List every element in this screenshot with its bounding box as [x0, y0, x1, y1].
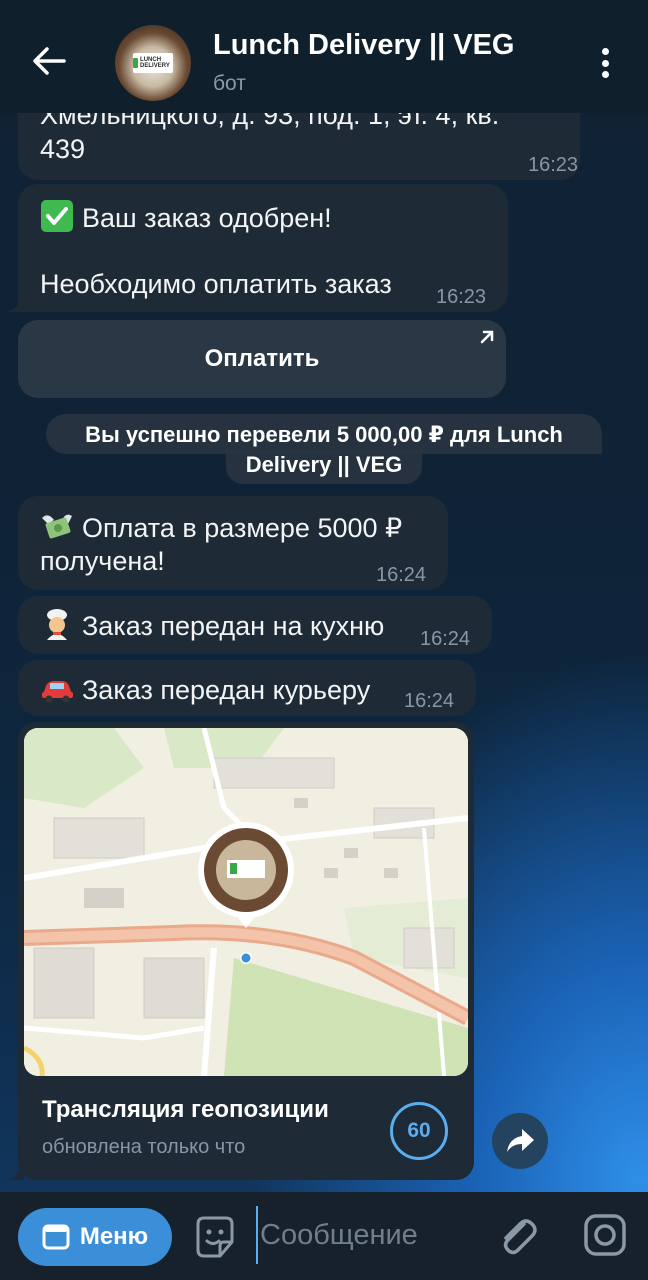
- share-arrow-icon: [507, 1129, 534, 1152]
- map-graphic: [24, 728, 468, 1076]
- menu-button-label: Меню: [79, 1223, 149, 1250]
- pay-button-label: Оплатить: [204, 345, 320, 372]
- external-link-icon: [480, 330, 494, 344]
- live-location-title: Трансляция геопозиции: [42, 1096, 329, 1123]
- menu-window-icon: [42, 1224, 70, 1250]
- message-sent-to-courier[interactable]: Заказ передан курьеру 16:24: [18, 660, 476, 716]
- message-sent-to-kitchen[interactable]: Заказ передан на кухню 16:24: [18, 596, 492, 654]
- message-text: Заказ передан курьеру: [82, 675, 371, 705]
- live-location-timer[interactable]: 60: [390, 1102, 448, 1160]
- message-text: Ваш заказ одобрен!: [82, 203, 332, 233]
- service-text-line2: Delivery || VEG: [245, 452, 403, 477]
- message-time: 16:24: [404, 690, 455, 712]
- message-time: 16:23: [528, 154, 579, 176]
- arrow-left-icon: [33, 47, 66, 75]
- message-payment-received[interactable]: Оплата в размере 5000 ₽ получена! 16:24: [18, 496, 448, 590]
- dot-icon: [601, 59, 609, 67]
- dot-icon: [601, 48, 609, 55]
- forward-button[interactable]: [492, 1113, 548, 1169]
- chat-header: LUNCH DELIVERY Lunch Delivery || VEG бот: [0, 0, 648, 113]
- paperclip-icon[interactable]: [494, 1212, 542, 1260]
- message-line: Ваш заказ одобрен!: [40, 200, 332, 235]
- bot-menu-button[interactable]: Меню: [18, 1208, 172, 1266]
- message-line: Оплата в размере 5000 ₽: [40, 510, 402, 545]
- message-text: Необходимо оплатить заказ: [40, 269, 392, 299]
- camera-icon[interactable]: [580, 1210, 630, 1260]
- message-input[interactable]: [256, 1206, 476, 1264]
- check-mark-icon: [41, 200, 73, 232]
- sticker-icon[interactable]: [192, 1214, 238, 1260]
- service-message-payment-line2: Delivery || VEG: [226, 450, 422, 484]
- dot-icon: [601, 71, 609, 78]
- avatar-logo: LUNCH DELIVERY: [133, 53, 173, 73]
- location-map[interactable]: [24, 728, 468, 1076]
- live-location-message[interactable]: Трансляция геопозиции обновлена только ч…: [18, 722, 474, 1180]
- leaf-icon: [133, 58, 139, 68]
- cook-icon: [47, 609, 67, 640]
- money-wings-icon: [42, 514, 72, 539]
- message-text: получена!: [40, 546, 165, 576]
- message-time: 16:24: [376, 564, 427, 586]
- chat-title[interactable]: Lunch Delivery || VEG: [213, 29, 514, 62]
- bubble-tail: [6, 292, 24, 312]
- message-line: Заказ передан на кухню: [40, 608, 384, 643]
- bubble-tail: [6, 1160, 24, 1180]
- avatar-logo-text: LUNCH DELIVERY: [140, 57, 170, 69]
- message-time: 16:24: [420, 628, 471, 650]
- message-line: Заказ передан курьеру: [40, 672, 370, 707]
- bot-avatar[interactable]: LUNCH DELIVERY: [115, 25, 191, 101]
- message-order-approved[interactable]: Ваш заказ одобрен! Необходимо оплатить з…: [18, 184, 508, 312]
- service-message-payment: Вы успешно перевели 5 000,00 ₽ для Lunch: [46, 414, 602, 454]
- live-location-status: обновлена только что: [42, 1136, 246, 1158]
- back-button[interactable]: [24, 36, 74, 86]
- service-text-line1: Вы успешно перевели 5 000,00 ₽ для Lunch: [85, 422, 563, 447]
- message-composer: Меню: [0, 1192, 648, 1280]
- car-icon: [42, 681, 73, 703]
- pay-button[interactable]: Оплатить: [18, 320, 506, 398]
- chat-subtitle: бот: [213, 72, 246, 95]
- more-options-button[interactable]: [588, 42, 622, 84]
- message-time: 16:23: [436, 286, 487, 308]
- message-text: Заказ передан на кухню: [82, 611, 385, 641]
- message-text: Оплата в размере 5000 ₽: [82, 513, 403, 543]
